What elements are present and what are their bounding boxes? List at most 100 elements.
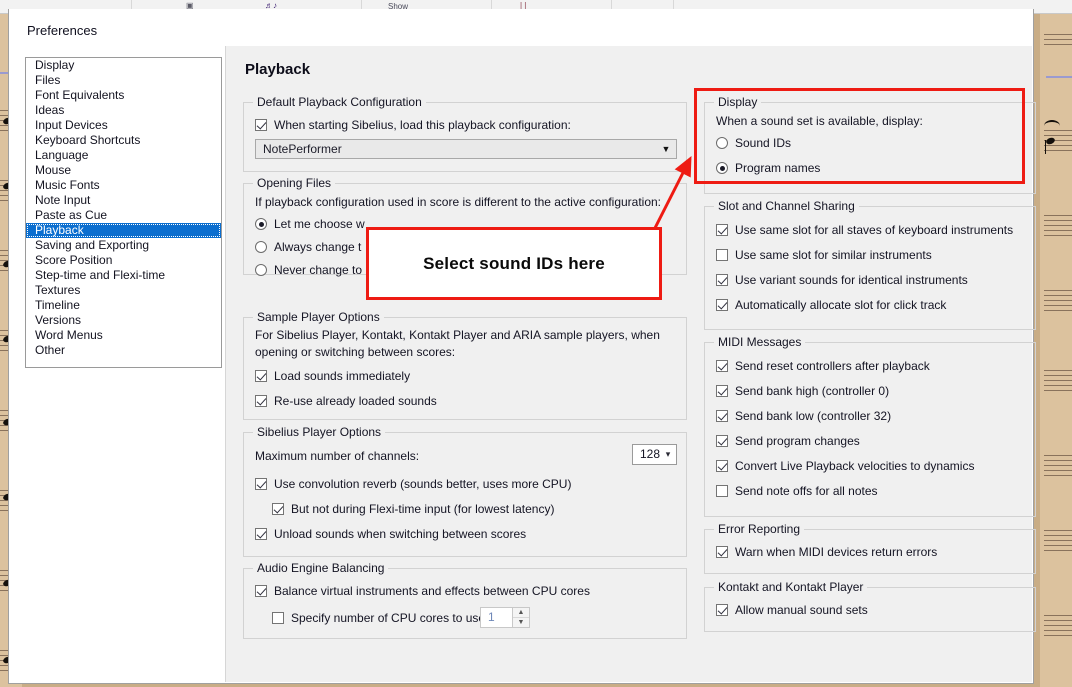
group-caption-audio-engine-balancing: Audio Engine Balancing xyxy=(253,561,389,575)
group-kontakt-and-kontakt-player: Kontakt and Kontakt Player Allow manual … xyxy=(704,580,1036,632)
checkbox-row-balance-virtual-instruments[interactable]: Balance virtual instruments and effects … xyxy=(255,584,590,598)
group-caption-slot-and-channel-sharing: Slot and Channel Sharing xyxy=(714,199,859,213)
checkbox-same-slot-keyboard[interactable] xyxy=(716,224,728,236)
checkbox-allow-manual-sound-sets[interactable] xyxy=(716,604,728,616)
radio-always-change[interactable] xyxy=(255,241,267,253)
sidebar-item-timeline[interactable]: Timeline xyxy=(26,298,221,313)
radio-row-let-me-choose[interactable]: Let me choose w xyxy=(255,217,365,231)
checkbox-balance-virtual-instruments[interactable] xyxy=(255,585,267,597)
checkbox-row-load-sounds-immediately[interactable]: Load sounds immediately xyxy=(255,369,410,383)
checkbox-allocate-click-track[interactable] xyxy=(716,299,728,311)
checkbox-specify-cpu-cores[interactable] xyxy=(272,612,284,624)
sidebar-item-input-devices[interactable]: Input Devices xyxy=(26,118,221,133)
radio-label-never-change: Never change to xyxy=(274,263,363,277)
checkbox-row-allow-manual-sound-sets[interactable]: Allow manual sound sets xyxy=(716,603,868,617)
sidebar-item-word-menus[interactable]: Word Menus xyxy=(26,328,221,343)
checkbox-row-send-bank-low[interactable]: Send bank low (controller 32) xyxy=(716,409,891,423)
checkbox-row-send-note-offs[interactable]: Send note offs for all notes xyxy=(716,484,878,498)
sidebar-item-textures[interactable]: Textures xyxy=(26,283,221,298)
sidebar-item-other[interactable]: Other xyxy=(26,343,221,358)
radio-row-sound-ids[interactable]: Sound IDs xyxy=(716,136,791,150)
checkbox-label-send-reset-controllers: Send reset controllers after playback xyxy=(735,359,930,373)
max-channels-combobox[interactable]: 128 ▾ xyxy=(632,444,677,465)
radio-row-always-change[interactable]: Always change t xyxy=(255,240,361,254)
sidebar-item-paste-as-cue[interactable]: Paste as Cue xyxy=(26,208,221,223)
checkbox-convert-live-playback[interactable] xyxy=(716,460,728,472)
checkbox-row-send-bank-high[interactable]: Send bank high (controller 0) xyxy=(716,384,889,398)
checkbox-row-same-slot-similar[interactable]: Use same slot for similar instruments xyxy=(716,248,932,262)
sidebar-item-versions[interactable]: Versions xyxy=(26,313,221,328)
checkbox-row-variant-sounds[interactable]: Use variant sounds for identical instrum… xyxy=(716,273,968,287)
checkbox-row-allocate-click-track[interactable]: Automatically allocate slot for click tr… xyxy=(716,298,946,312)
playback-configuration-dropdown[interactable]: NotePerformer ▼ xyxy=(255,139,677,159)
checkbox-row-send-program-changes[interactable]: Send program changes xyxy=(716,434,860,448)
checkbox-label-allow-manual-sound-sets: Allow manual sound sets xyxy=(735,603,868,617)
preferences-category-list[interactable]: Display Files Font Equivalents Ideas Inp… xyxy=(25,57,222,368)
radio-label-let-me-choose: Let me choose w xyxy=(274,217,365,231)
score-paper-right xyxy=(1040,0,1072,687)
checkbox-load-playback-configuration[interactable] xyxy=(255,119,267,131)
checkbox-send-program-changes[interactable] xyxy=(716,435,728,447)
sidebar-item-note-input[interactable]: Note Input xyxy=(26,193,221,208)
stepper-up-icon[interactable]: ▲ xyxy=(513,608,529,618)
group-caption-sibelius-player-options: Sibelius Player Options xyxy=(253,425,386,439)
checkbox-row-same-slot-keyboard[interactable]: Use same slot for all staves of keyboard… xyxy=(716,223,1013,237)
radio-sound-ids[interactable] xyxy=(716,137,728,149)
checkbox-row-load-playback-configuration[interactable]: When starting Sibelius, load this playba… xyxy=(255,118,571,132)
checkbox-row-specify-cpu-cores[interactable]: Specify number of CPU cores to use: xyxy=(272,611,488,625)
radio-let-me-choose[interactable] xyxy=(255,218,267,230)
checkbox-label-balance-virtual-instruments: Balance virtual instruments and effects … xyxy=(274,584,590,598)
group-slot-and-channel-sharing: Slot and Channel Sharing Use same slot f… xyxy=(704,199,1036,330)
group-default-playback-configuration: Default Playback Configuration When star… xyxy=(243,95,687,172)
radio-never-change[interactable] xyxy=(255,264,267,276)
sidebar-item-display[interactable]: Display xyxy=(26,58,221,73)
checkbox-same-slot-similar[interactable] xyxy=(716,249,728,261)
checkbox-unload-sounds-when-switching[interactable] xyxy=(255,528,267,540)
checkbox-send-reset-controllers[interactable] xyxy=(716,360,728,372)
checkbox-not-during-flexi-time[interactable] xyxy=(272,503,284,515)
checkbox-variant-sounds[interactable] xyxy=(716,274,728,286)
chevron-down-icon-channels[interactable]: ▾ xyxy=(660,445,676,464)
radio-row-never-change[interactable]: Never change to xyxy=(255,263,362,277)
checkbox-send-bank-high[interactable] xyxy=(716,385,728,397)
checkbox-row-unload-sounds-when-switching[interactable]: Unload sounds when switching between sco… xyxy=(255,527,526,541)
max-channels-value: 128 xyxy=(640,447,661,461)
sidebar-item-step-time-and-flexi-time[interactable]: Step-time and Flexi-time xyxy=(26,268,221,283)
sidebar-item-ideas[interactable]: Ideas xyxy=(26,103,221,118)
checkbox-label-load-playback-configuration: When starting Sibelius, load this playba… xyxy=(274,118,571,132)
sidebar-item-font-equivalents[interactable]: Font Equivalents xyxy=(26,88,221,103)
radio-row-program-names[interactable]: Program names xyxy=(716,161,820,175)
group-caption-sample-player-options: Sample Player Options xyxy=(253,310,384,324)
checkbox-label-not-during-flexi-time: But not during Flexi-time input (for low… xyxy=(291,502,555,516)
cpu-cores-spinner[interactable]: 1 ▲ ▼ xyxy=(480,607,530,628)
radio-program-names[interactable] xyxy=(716,162,728,174)
sidebar-item-score-position[interactable]: Score Position xyxy=(26,253,221,268)
checkbox-row-reuse-already-loaded-sounds[interactable]: Re-use already loaded sounds xyxy=(255,394,437,408)
checkbox-warn-midi-errors[interactable] xyxy=(716,546,728,558)
sidebar-item-saving-and-exporting[interactable]: Saving and Exporting xyxy=(26,238,221,253)
radio-label-sound-ids: Sound IDs xyxy=(735,136,792,150)
sidebar-item-keyboard-shortcuts[interactable]: Keyboard Shortcuts xyxy=(26,133,221,148)
chevron-down-icon[interactable]: ▼ xyxy=(656,144,676,154)
group-caption-error-reporting: Error Reporting xyxy=(714,522,805,536)
checkbox-row-warn-midi-errors[interactable]: Warn when MIDI devices return errors xyxy=(716,545,937,559)
checkbox-send-note-offs[interactable] xyxy=(716,485,728,497)
group-caption-kontakt-and-kontakt-player: Kontakt and Kontakt Player xyxy=(714,580,868,594)
cpu-cores-stepper-buttons[interactable]: ▲ ▼ xyxy=(512,608,529,627)
checkbox-row-send-reset-controllers[interactable]: Send reset controllers after playback xyxy=(716,359,930,373)
stepper-down-icon[interactable]: ▼ xyxy=(513,618,529,627)
checkbox-send-bank-low[interactable] xyxy=(716,410,728,422)
checkbox-reuse-already-loaded-sounds[interactable] xyxy=(255,395,267,407)
sidebar-item-language[interactable]: Language xyxy=(26,148,221,163)
checkbox-use-convolution-reverb[interactable] xyxy=(255,478,267,490)
checkbox-row-not-during-flexi-time[interactable]: But not during Flexi-time input (for low… xyxy=(272,502,554,516)
sidebar-item-mouse[interactable]: Mouse xyxy=(26,163,221,178)
checkbox-label-send-program-changes: Send program changes xyxy=(735,434,860,448)
checkbox-load-sounds-immediately[interactable] xyxy=(255,370,267,382)
sidebar-item-music-fonts[interactable]: Music Fonts xyxy=(26,178,221,193)
checkbox-row-use-convolution-reverb[interactable]: Use convolution reverb (sounds better, u… xyxy=(255,477,571,491)
checkbox-row-convert-live-playback[interactable]: Convert Live Playback velocities to dyna… xyxy=(716,459,974,473)
sidebar-item-files[interactable]: Files xyxy=(26,73,221,88)
score-dashed-line-right xyxy=(1046,76,1072,78)
sidebar-item-playback[interactable]: Playback xyxy=(26,223,221,238)
